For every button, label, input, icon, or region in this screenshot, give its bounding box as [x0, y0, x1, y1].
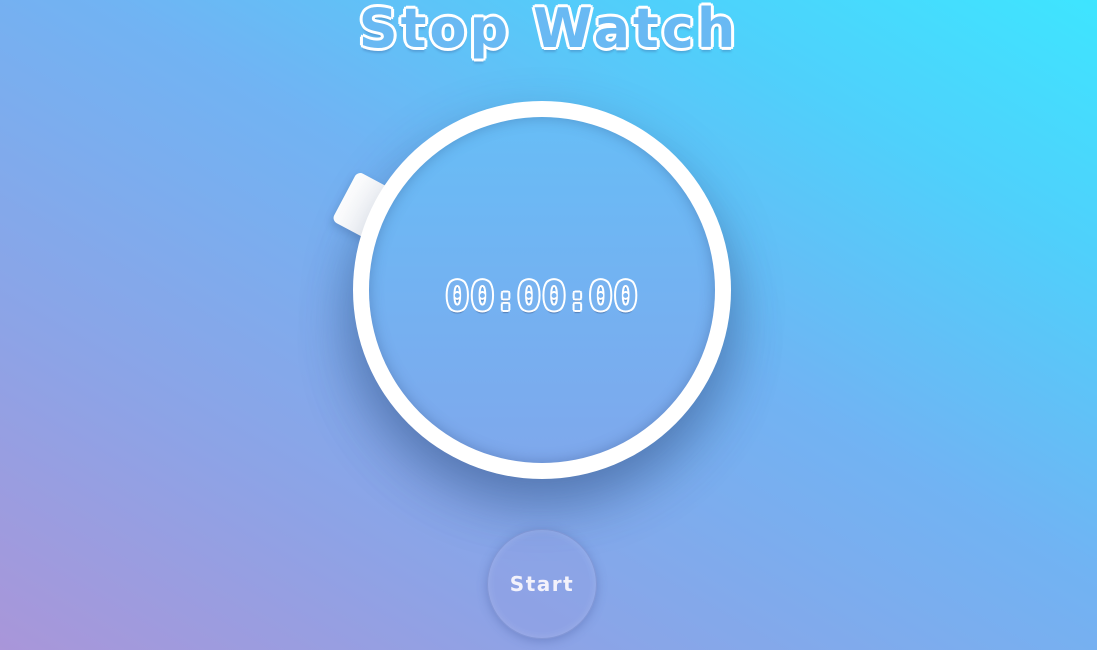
hours-value: 00: [445, 274, 496, 320]
page-title-text: Stop Watch: [358, 0, 739, 60]
page-title: Stop Watch: [0, 0, 1097, 64]
stopwatch-ring: 00:00:00: [353, 101, 731, 479]
start-button-label: Start: [509, 572, 575, 596]
time-display: 00:00:00: [369, 277, 715, 319]
time-separator: :: [495, 279, 517, 319]
stopwatch-face: 00:00:00: [369, 117, 715, 463]
start-button[interactable]: Start: [487, 529, 597, 639]
minutes-value: 00: [516, 274, 568, 320]
seconds-value: 00: [588, 274, 639, 320]
time-separator: :: [567, 279, 589, 319]
